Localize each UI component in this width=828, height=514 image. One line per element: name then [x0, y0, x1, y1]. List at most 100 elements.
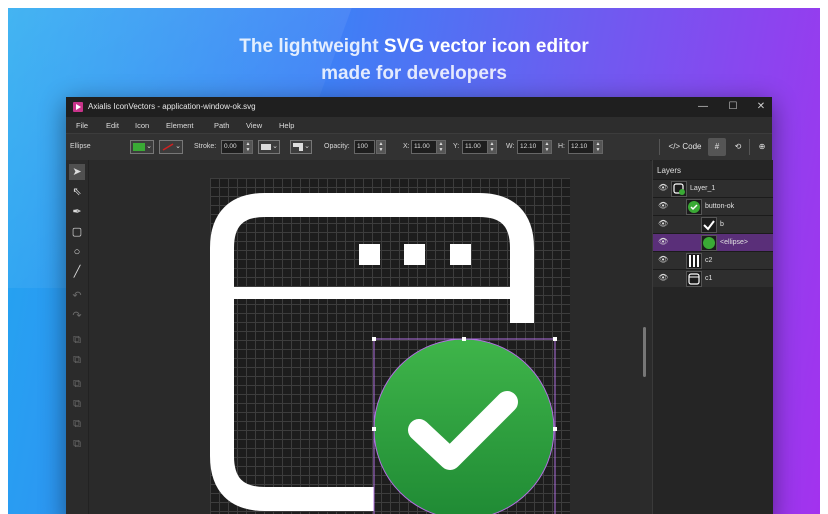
stroke-cap-dropdown[interactable]: ⌄ — [258, 140, 280, 154]
handle-mr — [553, 427, 557, 431]
eye-icon[interactable]: 👁 — [658, 183, 668, 193]
w-label: W: — [506, 143, 515, 150]
window-dot-2 — [404, 244, 425, 265]
eye-icon[interactable]: 👁 — [658, 255, 668, 265]
select-arrow-icon[interactable]: ➤ — [69, 164, 85, 180]
layer-label: c2 — [705, 257, 713, 264]
chevron-down-icon: ⌄ — [304, 143, 310, 150]
loop-button[interactable]: ⟲ — [730, 138, 746, 156]
layer-row-button-ok[interactable]: 👁 button-ok — [653, 197, 773, 215]
opacity-stepper[interactable]: ▲ ▼ — [376, 140, 386, 154]
redo-icon[interactable]: ↷ — [69, 308, 85, 324]
layer-thumbnail — [671, 181, 687, 197]
toolbar-divider — [749, 139, 750, 155]
shape-type-label: Ellipse — [70, 143, 91, 150]
page-background: The lightweight SVG vector icon editor m… — [0, 0, 828, 514]
code-button[interactable]: </> Code — [666, 138, 704, 156]
send-backward-icon[interactable]: ⧉ — [69, 376, 85, 392]
subheadline: made for developers — [321, 63, 507, 84]
code-icon: </> — [668, 142, 681, 151]
y-label: Y: — [453, 143, 460, 150]
toolbar-divider — [659, 139, 660, 155]
eye-icon[interactable]: 👁 — [658, 237, 668, 247]
menu-bar: File Edit Icon Element Path View Help — [66, 117, 772, 133]
opacity-label: Opacity: — [324, 143, 350, 150]
canvas-area[interactable] — [89, 160, 640, 514]
fill-swatch — [133, 143, 145, 151]
layer-thumbnail — [686, 253, 702, 269]
grid-toggle-button[interactable]: # — [708, 138, 726, 156]
handle-tl — [372, 337, 376, 341]
fill-color-picker[interactable]: ⌄ — [130, 140, 154, 154]
h-label: H: — [558, 143, 565, 150]
x-stepper[interactable]: ▲ ▼ — [436, 140, 446, 154]
eye-icon[interactable]: 👁 — [658, 201, 668, 211]
menu-edit[interactable]: Edit — [106, 121, 119, 130]
layer-thumbnail — [701, 217, 717, 233]
menu-help[interactable]: Help — [279, 121, 294, 130]
ungroup-icon[interactable]: ⧉ — [69, 436, 85, 452]
y-stepper[interactable]: ▲ ▼ — [487, 140, 497, 154]
width-input[interactable]: 12.10 — [517, 140, 543, 154]
eye-icon[interactable]: 👁 — [658, 219, 668, 229]
vertical-scrollbar[interactable] — [640, 160, 650, 514]
layer-row-layer1[interactable]: 👁 Layer_1 — [653, 179, 773, 197]
maximize-button[interactable]: ☐ — [722, 100, 744, 114]
height-stepper[interactable]: ▲ ▼ — [593, 140, 603, 154]
handle-tm — [462, 337, 466, 341]
menu-path[interactable]: Path — [214, 121, 229, 130]
close-button[interactable]: ✕ — [750, 100, 772, 114]
headline: The lightweight SVG vector icon editor — [8, 36, 820, 58]
send-back-icon[interactable]: ⧉ — [69, 396, 85, 412]
layer-row-c2[interactable]: 👁 c2 — [653, 251, 773, 269]
headline-bold: SVG vector icon editor — [383, 36, 589, 57]
ellipse-icon[interactable]: ○ — [69, 244, 85, 260]
layers-title: Layers — [657, 166, 682, 175]
stroke-join-dropdown[interactable]: ⌄ — [290, 140, 312, 154]
line-icon[interactable]: ╱ — [69, 264, 85, 280]
rectangle-icon[interactable]: ▢ — [69, 224, 85, 240]
menu-element[interactable]: Element — [166, 121, 194, 130]
layer-row-b[interactable]: 👁 b — [653, 215, 773, 233]
direct-select-icon[interactable]: ⇖ — [69, 184, 85, 200]
layer-row-c1[interactable]: 👁 c1 — [653, 269, 773, 287]
tools-panel: ➤ ⇖ ✒ ▢ ○ ╱ ↶ ↷ ⧉ ⧉ ⧉ ⧉ ⧉ ⧉ — [66, 160, 89, 514]
icon-artwork[interactable] — [89, 160, 640, 514]
y-input[interactable]: 11.00 — [462, 140, 488, 154]
grid-icon: # — [714, 142, 720, 151]
hero-banner: The lightweight SVG vector icon editor m… — [8, 8, 820, 514]
eye-icon[interactable]: 👁 — [658, 273, 668, 283]
check-circle-icon — [688, 201, 700, 213]
app-window: Axialis IconVectors - application-window… — [66, 97, 773, 514]
menu-icon[interactable]: Icon — [135, 121, 149, 130]
chevron-down-icon: ⌄ — [146, 143, 152, 150]
no-stroke-icon — [162, 143, 174, 151]
x-input[interactable]: 11.00 — [411, 140, 437, 154]
properties-toolbar: Ellipse ⌄ ⌄ Stroke: 0.00 ▲ ▼ ⌄ ⌄ Opacity… — [66, 133, 772, 161]
stroke-swatch — [162, 143, 174, 151]
undo-icon[interactable]: ↶ — [69, 288, 85, 304]
handle-ml — [372, 427, 376, 431]
group-icon[interactable]: ⧉ — [69, 416, 85, 432]
menu-file[interactable]: File — [76, 121, 88, 130]
pen-icon[interactable]: ✒ — [69, 204, 85, 220]
stroke-width-input[interactable]: 0.00 — [221, 140, 245, 154]
bring-forward-icon[interactable]: ⧉ — [69, 352, 85, 368]
minimize-button[interactable]: — — [692, 100, 714, 114]
handle-tr — [553, 337, 557, 341]
layer-row-ellipse[interactable]: 👁 <ellipse> — [653, 233, 773, 251]
height-input[interactable]: 12.10 — [568, 140, 594, 154]
chevron-down-icon: ⌄ — [272, 143, 278, 150]
stroke-width-stepper[interactable]: ▲ ▼ — [243, 140, 253, 154]
bring-front-icon[interactable]: ⧉ — [69, 332, 85, 348]
stroke-color-picker[interactable]: ⌄ — [159, 140, 183, 154]
scrollbar-thumb[interactable] — [643, 327, 646, 377]
window-dot-1 — [359, 244, 380, 265]
loop-icon: ⟲ — [734, 142, 742, 151]
width-stepper[interactable]: ▲ ▼ — [542, 140, 552, 154]
zoom-button[interactable]: ⊕ — [754, 138, 770, 156]
menu-view[interactable]: View — [246, 121, 262, 130]
layer-label: b — [720, 221, 724, 228]
opacity-input[interactable]: 100 — [354, 140, 375, 154]
headline-light: The lightweight — [239, 36, 379, 57]
